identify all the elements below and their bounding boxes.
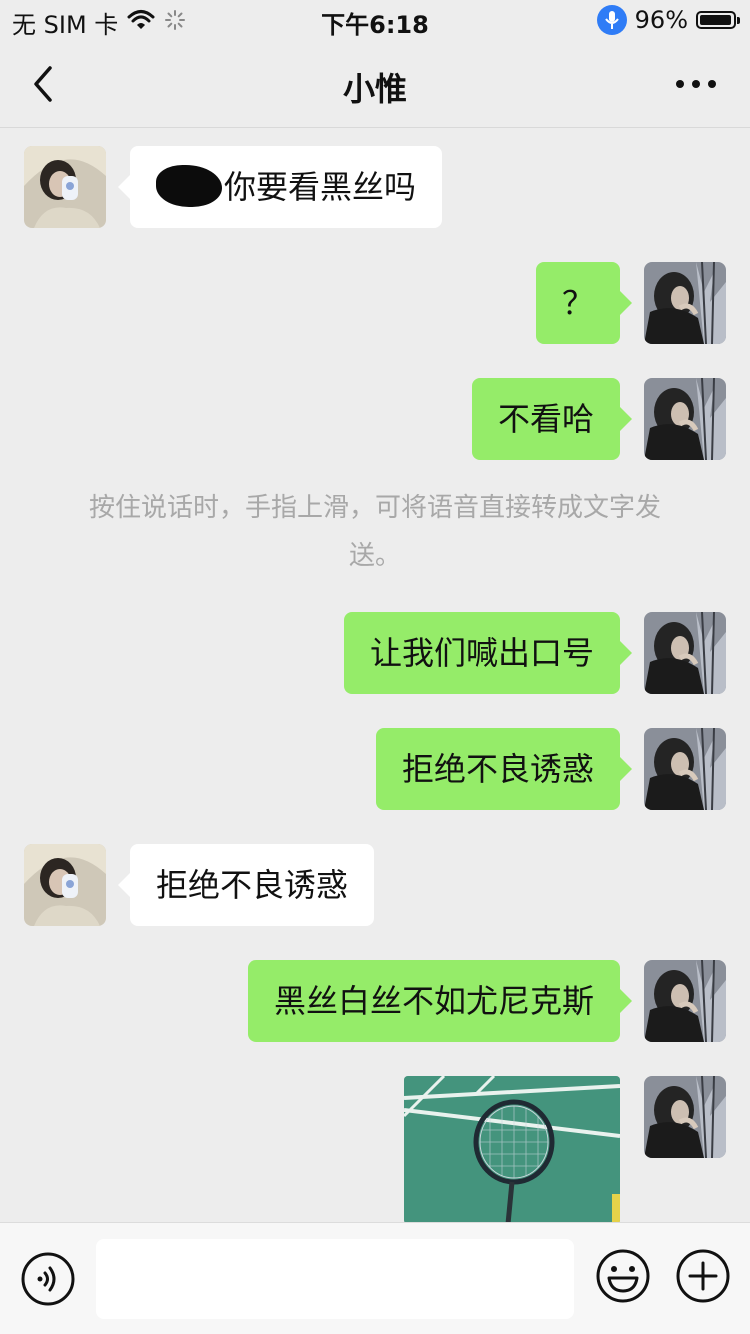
more-dots-icon (676, 80, 716, 88)
my-avatar[interactable] (644, 612, 726, 694)
my-avatar[interactable] (644, 378, 726, 460)
system-tip: 按住说话时，手指上滑，可将语音直接转成文字发 送。 (50, 484, 700, 580)
nav-bar: 小惟 (0, 40, 750, 128)
my-avatar[interactable] (644, 1076, 726, 1158)
chat-message-list[interactable]: 你要看黑丝吗 ？ 不看哈 按住说话时，手指上滑，可将语音直接转成文字发 送。 让… (0, 128, 750, 1222)
incoming-message-bubble[interactable]: 拒绝不良诱惑 (117, 844, 375, 926)
system-tip-line: 按住说话时，手指上滑，可将语音直接转成文字发 (88, 493, 661, 523)
battery-fill (700, 15, 731, 25)
message-text: 你要看黑丝吗 (224, 168, 417, 206)
message-row: 不看哈 (0, 378, 750, 460)
my-avatar[interactable] (644, 262, 726, 344)
image-message[interactable] (404, 1076, 620, 1222)
plus-icon (676, 1249, 730, 1303)
voice-button[interactable] (20, 1251, 76, 1307)
incoming-message-bubble[interactable]: 你要看黑丝吗 (117, 146, 443, 228)
message-text: 让我们喊出口号 (369, 634, 594, 672)
outgoing-message-bubble[interactable]: 让我们喊出口号 (343, 612, 633, 694)
outgoing-message-bubble[interactable]: ？ (535, 262, 633, 344)
message-text: 黑丝白丝不如尤尼克斯 (273, 982, 594, 1020)
battery-percent: 96% (634, 6, 688, 34)
emoji-button[interactable] (594, 1247, 652, 1305)
message-row (0, 1076, 750, 1222)
message-row: 让我们喊出口号 (0, 612, 750, 694)
message-row: 拒绝不良诱惑 (0, 728, 750, 810)
status-bar-right: 96% (596, 5, 740, 35)
message-text: ？ (561, 284, 594, 322)
message-text: 拒绝不良诱惑 (401, 750, 594, 788)
badminton-racket-photo (404, 1076, 620, 1222)
message-text: 不看哈 (497, 400, 594, 438)
outgoing-message-bubble[interactable]: 黑丝白丝不如尤尼克斯 (247, 960, 633, 1042)
message-row: 拒绝不良诱惑 (0, 844, 750, 926)
status-bar: 无 SIM 卡 下午6:18 96% (0, 0, 750, 40)
my-avatar[interactable] (644, 728, 726, 810)
outgoing-message-bubble[interactable]: 拒绝不良诱惑 (375, 728, 633, 810)
microphone-icon (596, 5, 627, 35)
contact-avatar[interactable] (24, 844, 106, 926)
chat-input-bar (0, 1222, 750, 1334)
contact-avatar[interactable] (24, 146, 106, 228)
more-functions-button[interactable] (674, 1247, 732, 1305)
system-tip-line: 送。 (348, 541, 401, 571)
outgoing-message-bubble[interactable]: 不看哈 (471, 378, 633, 460)
message-row: 你要看黑丝吗 (0, 146, 750, 228)
page-title: 小惟 (342, 70, 407, 108)
redaction-mark (156, 165, 222, 207)
battery-icon (696, 11, 740, 29)
message-row: ？ (0, 262, 750, 344)
my-avatar[interactable] (644, 960, 726, 1042)
message-text: 拒绝不良诱惑 (156, 866, 349, 904)
more-button[interactable] (672, 66, 720, 102)
message-row: 黑丝白丝不如尤尼克斯 (0, 960, 750, 1042)
message-input[interactable] (96, 1239, 574, 1319)
emoji-icon (596, 1249, 650, 1303)
voice-icon (21, 1252, 75, 1306)
